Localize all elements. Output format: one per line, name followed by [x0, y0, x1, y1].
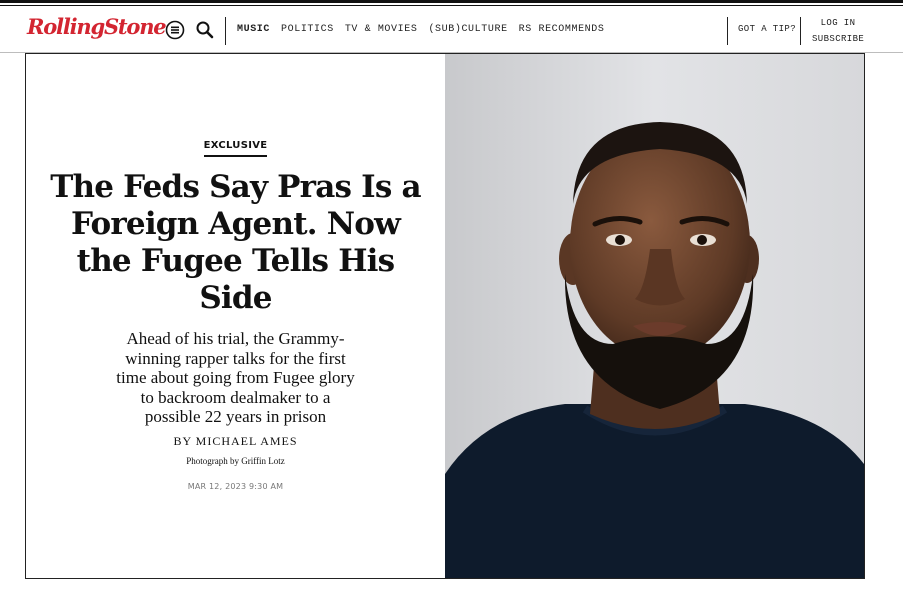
- nav-item-subculture[interactable]: (SUB)CULTURE: [428, 24, 507, 35]
- top-rule: [0, 0, 903, 3]
- article-text-column: EXCLUSIVE The Feds Say Pras Is a Foreign…: [26, 54, 445, 578]
- nav-item-tv-movies[interactable]: TV & MOVIES: [345, 24, 418, 35]
- kicker-label: EXCLUSIVE: [203, 140, 268, 157]
- article-hero: EXCLUSIVE The Feds Say Pras Is a Foreign…: [25, 53, 865, 579]
- header-divider: [727, 17, 728, 45]
- header-divider: [225, 17, 226, 45]
- nav-item-politics[interactable]: POLITICS: [281, 24, 334, 35]
- menu-icon[interactable]: [165, 20, 185, 40]
- main-nav: MUSIC POLITICS TV & MOVIES (SUB)CULTURE …: [237, 24, 605, 35]
- account-links: LOG IN SUBSCRIBE: [812, 15, 864, 47]
- photo-credit: Photograph by Griffin Lotz: [186, 456, 285, 466]
- article-kicker[interactable]: EXCLUSIVE: [26, 140, 445, 157]
- article-dek: Ahead of his trial, the Grammy-winning r…: [116, 329, 355, 426]
- site-header: RollingStone MUSIC POLITICS TV & MOVIES …: [0, 6, 903, 53]
- publish-date: MAR 12, 2023 9:30 AM: [187, 482, 284, 491]
- hero-photo: [445, 54, 864, 578]
- got-a-tip-link[interactable]: GOT A TIP?: [738, 24, 796, 34]
- header-divider: [800, 17, 801, 45]
- article-headline: The Feds Say Pras Is a Foreign Agent. No…: [50, 169, 421, 316]
- subscribe-link[interactable]: SUBSCRIBE: [812, 31, 864, 47]
- site-logo[interactable]: RollingStone: [27, 14, 167, 39]
- article-byline[interactable]: BY MICHAEL AMES: [26, 434, 445, 449]
- nav-item-music[interactable]: MUSIC: [237, 24, 270, 35]
- search-icon[interactable]: [195, 20, 215, 40]
- login-link[interactable]: LOG IN: [812, 15, 864, 31]
- nav-item-rs-recommends[interactable]: RS RECOMMENDS: [519, 24, 605, 35]
